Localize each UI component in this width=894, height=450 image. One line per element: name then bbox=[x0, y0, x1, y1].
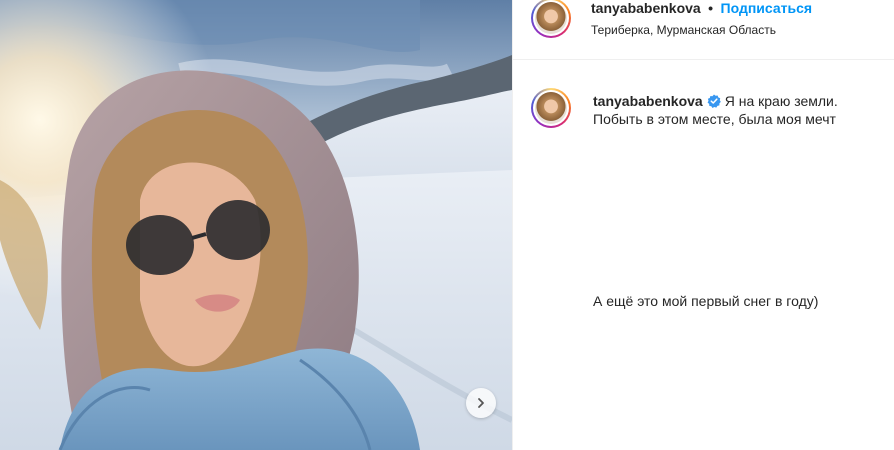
username-link[interactable]: tanyababenkova bbox=[591, 0, 701, 16]
post-header: tanyababenkova • Подписаться Териберка, … bbox=[513, 0, 894, 60]
chevron-right-icon bbox=[478, 398, 484, 408]
follow-button[interactable]: Подписаться bbox=[721, 0, 813, 16]
selfie-snow-image bbox=[0, 0, 512, 450]
post-side-panel: tanyababenkova • Подписаться Териберка, … bbox=[512, 0, 894, 450]
caption-username-link[interactable]: tanyababenkova bbox=[593, 93, 703, 109]
caption-avatar[interactable] bbox=[531, 88, 571, 128]
post-header-line: tanyababenkova • Подписаться bbox=[591, 0, 812, 18]
separator-dot: • bbox=[708, 0, 714, 16]
location-link[interactable]: Териберка, Мурманская Область bbox=[591, 23, 776, 37]
next-photo-button[interactable] bbox=[466, 388, 496, 418]
avatar[interactable] bbox=[531, 0, 571, 38]
post-photo[interactable] bbox=[0, 0, 512, 450]
verified-badge-icon bbox=[707, 94, 721, 108]
caption-line-3: А ещё это мой первый снег в году) bbox=[593, 293, 819, 309]
caption: tanyababenkova Я на краю земли. Побыть в… bbox=[593, 92, 838, 128]
caption-line-2: Побыть в этом месте, была моя мечт bbox=[593, 111, 836, 127]
caption-line-1: Я на краю земли. bbox=[724, 93, 838, 109]
